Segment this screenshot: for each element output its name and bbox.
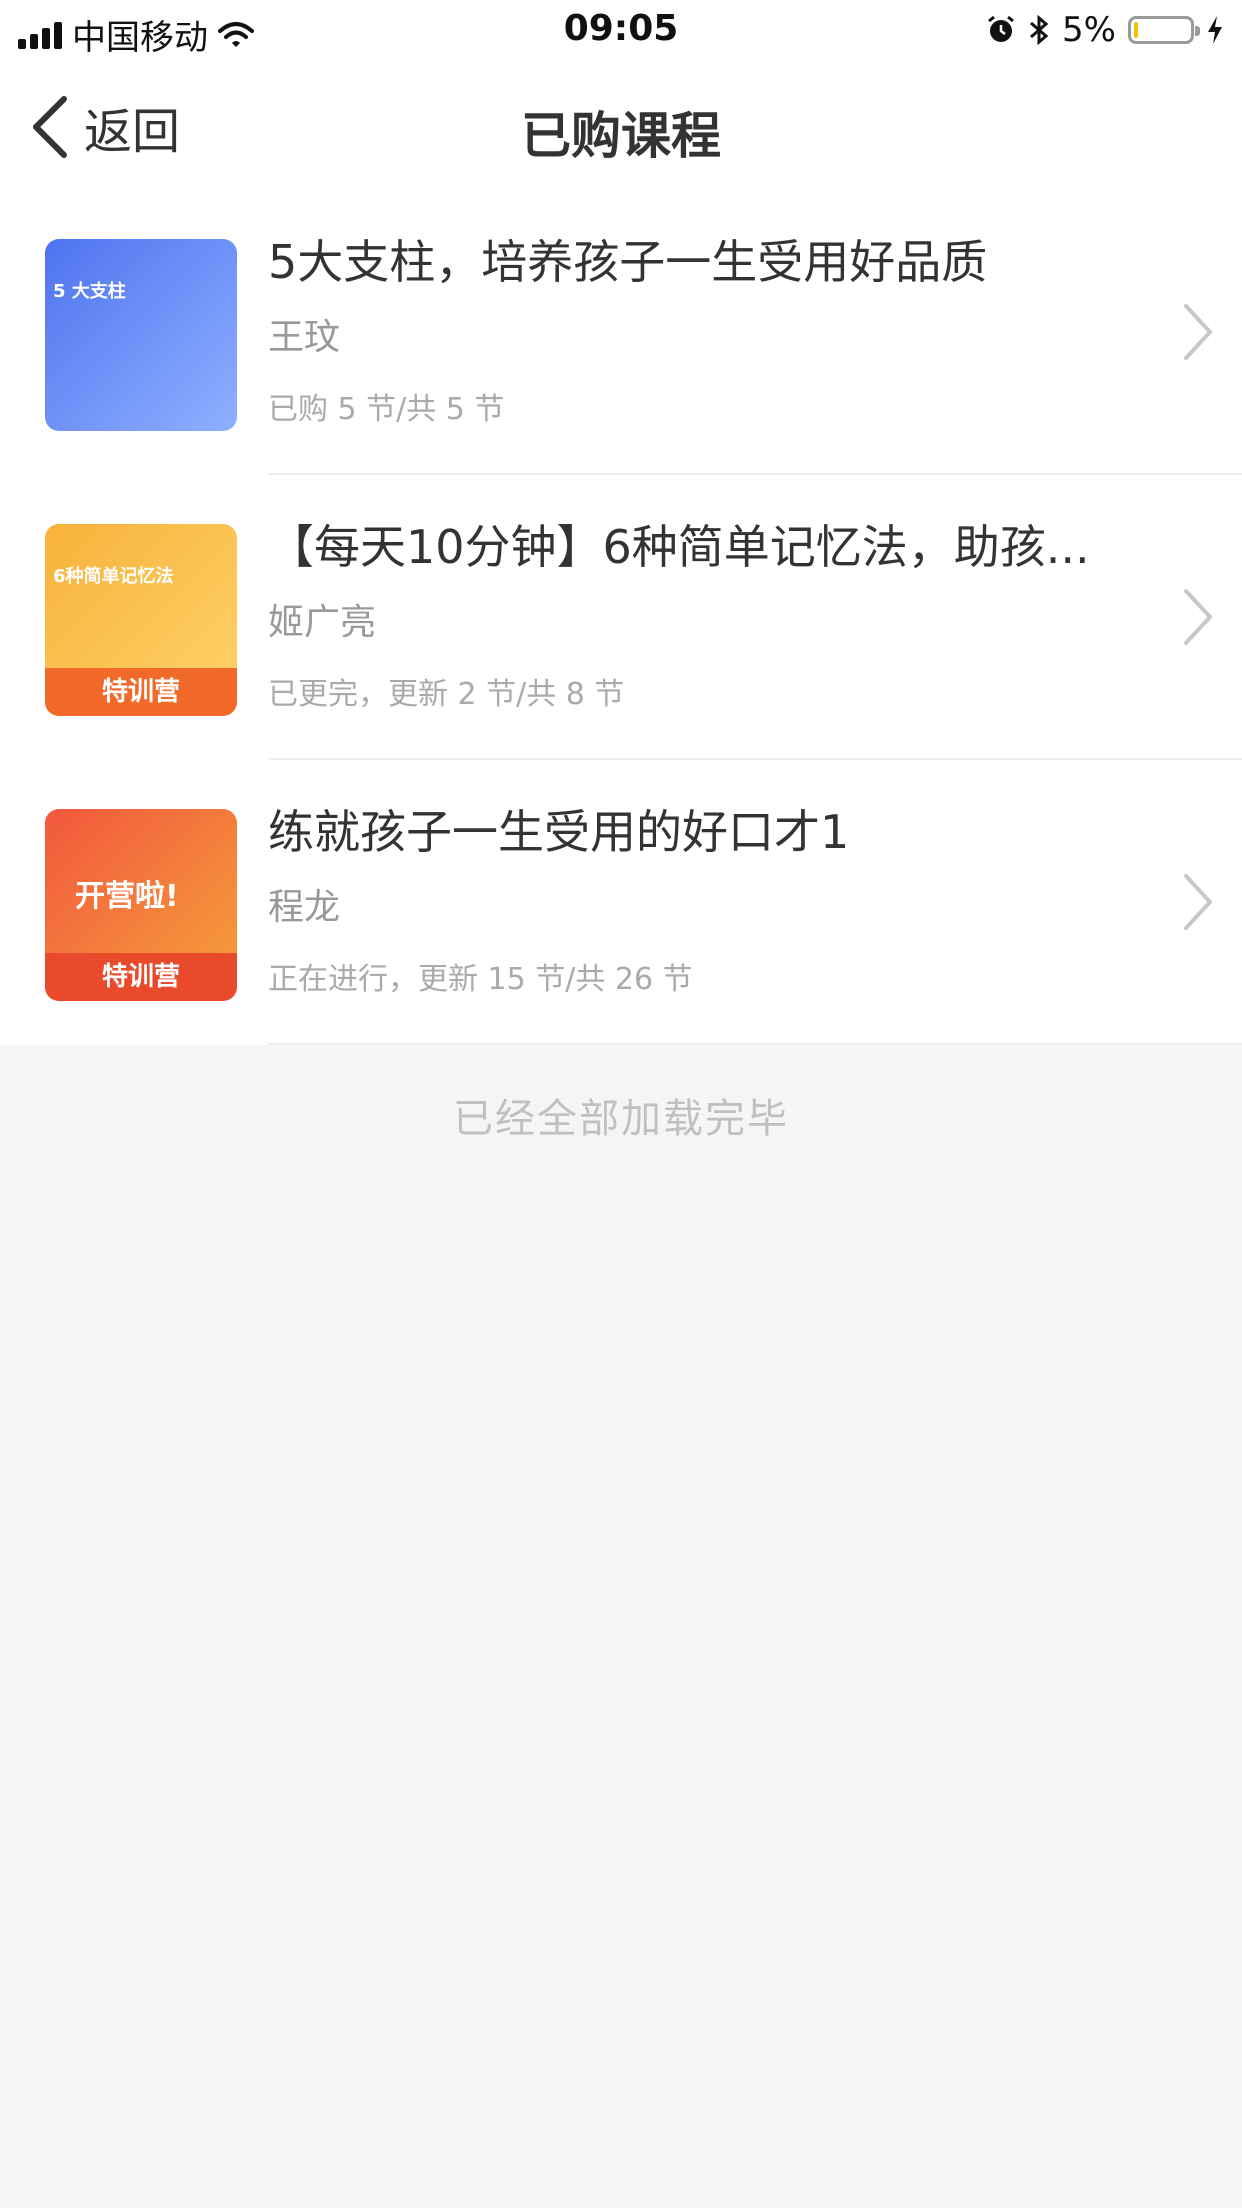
nav-bar: 返回 已购课程 bbox=[0, 62, 1242, 190]
course-title: 练就孩子一生受用的好口才1 bbox=[268, 805, 850, 859]
course-progress: 已更完，更新 2 节/共 8 节 bbox=[268, 677, 625, 712]
thumbnail-text: 6种简单记忆法 bbox=[53, 566, 174, 587]
status-right: 5% bbox=[986, 10, 1224, 50]
course-thumbnail: 开营啦! 特训营 bbox=[45, 809, 237, 1001]
course-item[interactable]: 6种简单记忆法 特训营 【每天10分钟】6种简单记忆法，助孩... 姬广亮 已更… bbox=[0, 475, 1242, 760]
battery-icon bbox=[1128, 16, 1200, 44]
chevron-right-icon bbox=[1184, 304, 1212, 360]
thumbnail-text: 5 大支柱 bbox=[53, 281, 126, 302]
course-item[interactable]: 5 大支柱 5大支柱，培养孩子一生受用好品质 王玟 已购 5 节/共 5 节 bbox=[0, 190, 1242, 475]
divider bbox=[268, 1043, 1242, 1045]
course-item[interactable]: 开营啦! 特训营 练就孩子一生受用的好口才1 程龙 正在进行，更新 15 节/共… bbox=[0, 760, 1242, 1045]
bluetooth-icon bbox=[1030, 14, 1049, 46]
load-complete-text: 已经全部加载完毕 bbox=[453, 1096, 789, 1142]
course-title: 5大支柱，培养孩子一生受用好品质 bbox=[268, 235, 988, 289]
battery-level bbox=[1134, 22, 1138, 38]
course-progress: 已购 5 节/共 5 节 bbox=[268, 392, 505, 427]
thumbnail-badge bbox=[45, 383, 237, 431]
course-thumbnail: 6种简单记忆法 特训营 bbox=[45, 524, 237, 716]
thumbnail-badge: 特训营 bbox=[45, 668, 237, 716]
course-author: 姬广亮 bbox=[268, 602, 377, 643]
battery-percent: 5% bbox=[1062, 10, 1116, 50]
page-title: 已购课程 bbox=[521, 107, 721, 165]
course-progress: 正在进行，更新 15 节/共 26 节 bbox=[268, 962, 693, 997]
course-author: 王玟 bbox=[268, 317, 341, 358]
alarm-icon bbox=[988, 15, 1014, 42]
thumbnail-text: 开营啦! bbox=[75, 879, 179, 914]
thumbnail-badge: 特训营 bbox=[45, 953, 237, 1001]
chevron-right-icon bbox=[1184, 874, 1212, 930]
charging-icon bbox=[1208, 16, 1222, 44]
course-title: 【每天10分钟】6种简单记忆法，助孩... bbox=[268, 520, 1090, 574]
course-author: 程龙 bbox=[268, 887, 341, 928]
course-list: 5 大支柱 5大支柱，培养孩子一生受用好品质 王玟 已购 5 节/共 5 节 6… bbox=[0, 190, 1242, 1045]
status-bar: 中国移动 09:05 5% bbox=[0, 0, 1242, 62]
chevron-right-icon bbox=[1184, 589, 1212, 645]
course-thumbnail: 5 大支柱 bbox=[45, 239, 237, 431]
